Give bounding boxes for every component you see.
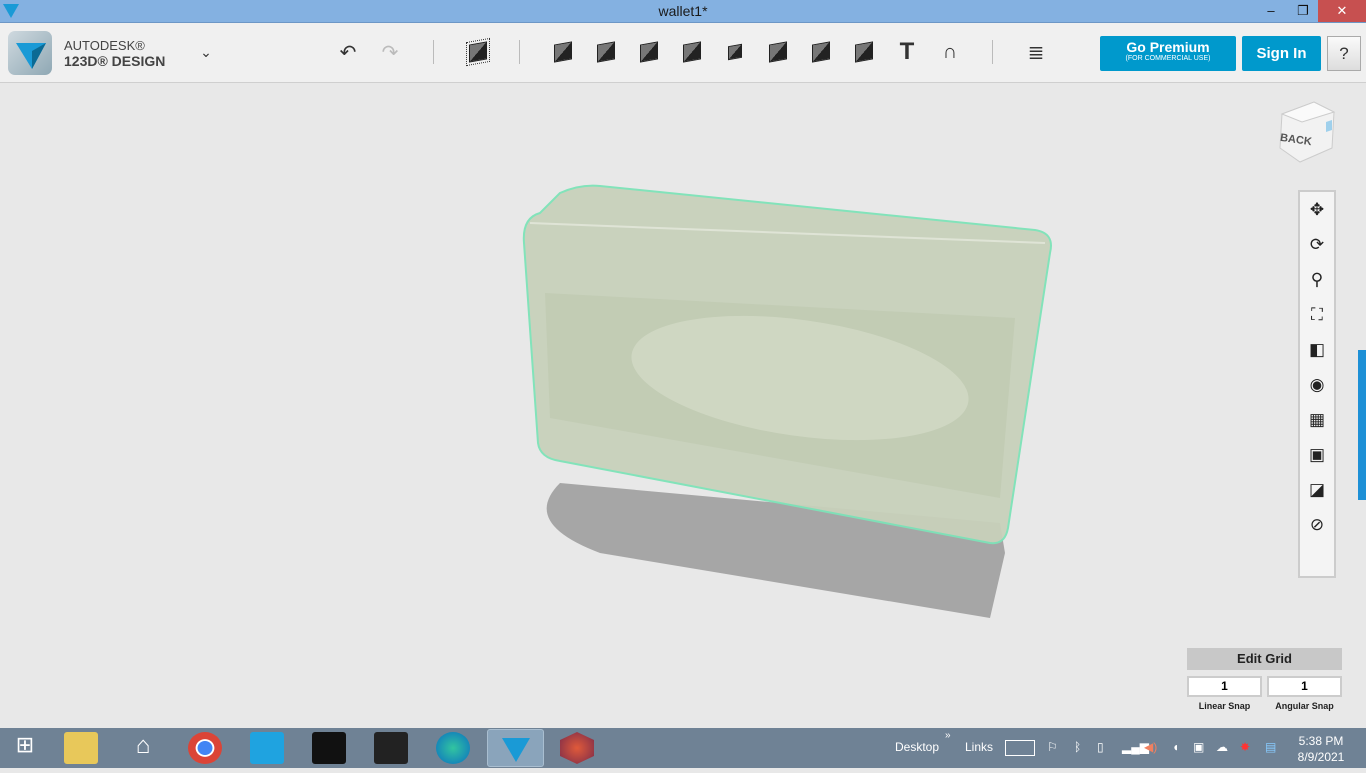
layers-icon[interactable]: ≣: [1022, 38, 1050, 66]
angular-snap-input[interactable]: 1: [1267, 676, 1342, 697]
links-toolbar[interactable]: Links: [965, 740, 993, 754]
app-logo[interactable]: [8, 31, 52, 75]
chrome-icon[interactable]: [188, 732, 222, 764]
title-bar: wallet1* ‒ ❐ ✕: [0, 0, 1366, 23]
brand-autodesk: AUTODESK®: [64, 38, 145, 53]
primitives-button[interactable]: [464, 37, 492, 67]
transform-button[interactable]: [678, 38, 706, 66]
battery-icon[interactable]: ▯: [1097, 740, 1104, 754]
pixom-icon[interactable]: [374, 732, 408, 764]
edit-grid-panel: Edit Grid 1 Linear Snap 1 Angular Snap: [1187, 648, 1342, 711]
construct-button[interactable]: [592, 38, 620, 66]
navigation-bar: ✥ ⟳ ⚲ ⛶ ◧ ◉ ▦ ▣ ◪ ⊘: [1298, 190, 1336, 578]
linear-snap-label: Linear Snap: [1198, 701, 1251, 711]
volume-icon[interactable]: ◀): [1144, 740, 1157, 754]
gem-app-icon[interactable]: [560, 732, 594, 764]
divider: [992, 40, 993, 64]
brand-product: 123D® DESIGN: [64, 53, 166, 69]
123d-design-taskbar-icon[interactable]: [487, 729, 544, 767]
bluetooth-icon[interactable]: ᛒ: [1074, 740, 1081, 754]
desktop-toolbar[interactable]: Desktop: [895, 740, 939, 754]
side-panel-toggle[interactable]: [1358, 350, 1366, 500]
tray-app-icon[interactable]: ✸: [1240, 740, 1250, 754]
help-button[interactable]: ?: [1327, 36, 1361, 71]
minimize-button[interactable]: ‒: [1256, 0, 1286, 22]
snap-magnet-icon[interactable]: ∩: [936, 38, 964, 66]
clock[interactable]: 5:38 PM 8/9/2021: [1296, 733, 1346, 765]
text-icon[interactable]: T: [893, 38, 921, 66]
group-button[interactable]: [764, 38, 792, 66]
edit-grid-button[interactable]: Edit Grid: [1187, 648, 1342, 670]
redo-button[interactable]: ↷: [376, 38, 404, 66]
sign-in-button[interactable]: Sign In: [1242, 36, 1321, 71]
fit-view-icon[interactable]: ⛶: [1300, 297, 1334, 332]
keyboard-icon[interactable]: [1005, 740, 1035, 756]
pan-icon[interactable]: ✥: [1300, 192, 1334, 227]
3d-viewport[interactable]: [0, 83, 1366, 728]
start-windows-icon[interactable]: ⊞: [8, 732, 42, 764]
premium-sublabel: (FOR COMMERCIAL USE): [1125, 55, 1211, 62]
clock-time: 5:38 PM: [1298, 734, 1344, 748]
material-icon[interactable]: ◪: [1300, 472, 1334, 507]
taskbar: ⊞ ⌂ Desktop » Links ⚐ ᛒ ▯ ▂▄▆ ◀) ◖ ▣ ☁ ✸…: [0, 728, 1366, 768]
pattern-button[interactable]: [721, 38, 749, 66]
c-app-icon[interactable]: [250, 732, 284, 764]
snap-icon[interactable]: ⊘: [1300, 507, 1334, 542]
flag-icon[interactable]: ⚐: [1047, 740, 1058, 754]
divider: [519, 40, 520, 64]
divider: [433, 40, 434, 64]
view-cube[interactable]: BACK: [1278, 100, 1336, 164]
ime-icon[interactable]: ▤: [1265, 740, 1276, 754]
window-title: wallet1*: [658, 3, 708, 19]
undo-button[interactable]: ↶: [334, 38, 362, 66]
restore-button[interactable]: ❐: [1288, 0, 1318, 22]
angular-snap-label: Angular Snap: [1275, 701, 1334, 711]
zoom-icon[interactable]: ⚲: [1300, 262, 1334, 297]
go-premium-button[interactable]: Go Premium (FOR COMMERCIAL USE): [1100, 36, 1236, 71]
clock-date: 8/9/2021: [1297, 750, 1345, 764]
home-icon[interactable]: ⌂: [126, 732, 160, 764]
edge-icon[interactable]: [436, 732, 470, 764]
toolbar-chevron[interactable]: »: [945, 730, 951, 741]
modify-button[interactable]: [635, 38, 663, 66]
camera-icon[interactable]: ▣: [1300, 437, 1334, 472]
visibility-eye-icon[interactable]: ◉: [1300, 367, 1334, 402]
grid-toggle-icon[interactable]: ▦: [1300, 402, 1334, 437]
network-icon[interactable]: ▣: [1193, 740, 1204, 754]
linear-snap-input[interactable]: 1: [1187, 676, 1262, 697]
measure-button[interactable]: [850, 38, 878, 66]
orbit-icon[interactable]: ⟳: [1300, 227, 1334, 262]
premium-label: Go Premium: [1126, 39, 1210, 55]
close-button[interactable]: ✕: [1318, 0, 1366, 22]
speaker-icon[interactable]: ◖: [1172, 740, 1179, 754]
combine-button[interactable]: [807, 38, 835, 66]
main-toolbar: AUTODESK® 123D® DESIGN ⌄ ↶ ↷ T ∩ ≣ Go Pr…: [0, 23, 1366, 83]
onedrive-icon[interactable]: ☁: [1216, 740, 1228, 754]
chevron-down-icon[interactable]: ⌄: [192, 38, 220, 66]
views-icon[interactable]: ◧: [1300, 332, 1334, 367]
app-icon-dark[interactable]: [312, 732, 346, 764]
sketch-button[interactable]: [549, 38, 577, 66]
file-explorer-icon[interactable]: [64, 732, 98, 764]
